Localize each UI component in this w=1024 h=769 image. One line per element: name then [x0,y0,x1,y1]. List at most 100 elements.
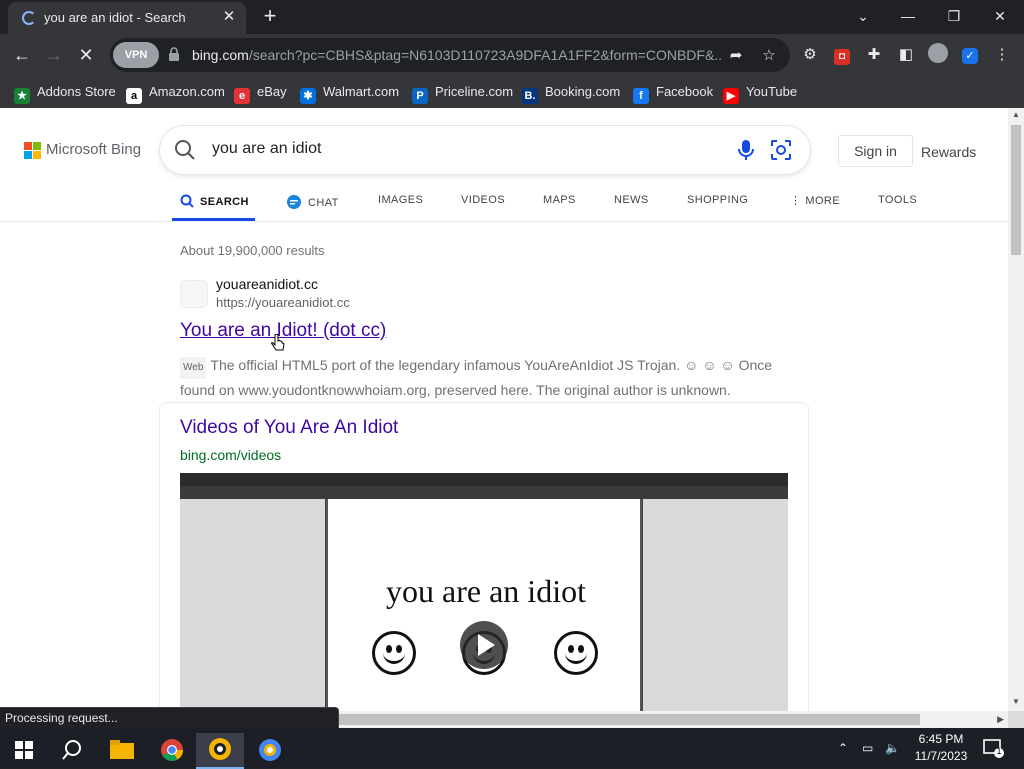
thumbnail-left-pane [180,499,325,711]
bookmark-label: Amazon.com [149,84,225,99]
thumbnail-text: you are an idiot [386,573,586,609]
close-window-button[interactable]: ✕ [980,4,1020,28]
videos-card-url[interactable]: bing.com/videos [180,447,281,463]
bookmark-label: YouTube [746,84,798,99]
result-count: About 19,900,000 results [180,243,325,258]
active-tab-indicator [172,218,255,221]
minimize-button[interactable]: — [888,4,928,28]
scroll-up-arrow-icon[interactable]: ▲ [1008,110,1024,122]
browser-menu-icon[interactable]: ⋮ [990,43,1014,67]
lock-icon[interactable] [168,47,182,63]
new-tab-button[interactable]: + [258,5,282,29]
videos-card: Videos of You Are An Idiot bing.com/vide… [160,403,808,711]
bookmark-booking[interactable]: B. Booking.com [522,82,620,104]
tab-maps[interactable]: MAPS [543,194,576,206]
tab-videos[interactable]: VIDEOS [461,194,505,206]
search-input[interactable]: you are an idiot [212,140,321,158]
bookmark-star-icon[interactable]: ☆ [759,46,779,66]
bookmark-addons-store[interactable]: ★ Addons Store [14,82,116,104]
search-icon[interactable] [174,139,196,161]
start-button[interactable] [0,733,48,769]
extension-red-icon[interactable]: ◘ [830,43,854,67]
side-panel-icon[interactable]: ◧ [894,43,918,67]
vertical-scrollbar[interactable]: ▲ ▼ [1008,108,1024,711]
result-site-url[interactable]: https://youareanidiot.cc [216,295,350,310]
volume-muted-icon[interactable]: 🔈 [885,728,900,768]
file-explorer-button[interactable] [98,733,146,769]
tab-search-chevron-icon[interactable]: ⌄ [843,4,883,28]
chrome-taskbar-button[interactable] [148,733,196,769]
tab-images[interactable]: IMAGES [378,194,423,206]
bookmark-priceline[interactable]: P Priceline.com [412,82,513,104]
play-button-icon[interactable] [460,621,508,669]
tab-chat[interactable]: CHAT [286,194,339,210]
smiley-icon [372,631,416,675]
windows-taskbar: ⌃ ▭ 🔈 6:45 PM 11/7/2023 1 [0,728,1024,769]
rewards-link[interactable]: Rewards [921,144,976,160]
extension-gear-icon[interactable]: ⚙ [798,43,822,67]
tab-more[interactable]: ⋮ MORE [790,194,840,207]
tab-tools[interactable]: TOOLS [878,194,917,206]
tab-shopping[interactable]: SHOPPING [687,194,748,206]
booking-icon: B. [522,88,538,104]
vpn-badge[interactable]: VPN [113,42,159,68]
vertical-scroll-thumb[interactable] [1011,125,1021,255]
tab-close-icon[interactable]: ✕ [220,8,238,26]
secure-browser-icon [209,738,231,760]
microphone-icon[interactable] [736,139,756,161]
restore-button[interactable]: ❐ [934,4,974,28]
web-label: Web [180,357,207,379]
bing-logo-text: Microsoft Bing [46,141,142,158]
forward-button[interactable]: → [42,43,66,67]
system-clock[interactable]: 6:45 PM 11/7/2023 [908,731,974,765]
bookmark-facebook[interactable]: f Facebook [633,82,714,104]
shield-check-icon[interactable]: ✓ [958,43,982,67]
visual-search-icon[interactable] [770,139,792,161]
bookmark-ebay[interactable]: e eBay [234,82,287,104]
tab-news[interactable]: NEWS [614,194,649,206]
sign-in-button[interactable]: Sign in [838,135,913,167]
clock-date: 11/7/2023 [914,749,968,763]
site-favicon[interactable] [180,280,208,308]
scrollbar-corner [1008,711,1024,728]
profile-avatar-icon[interactable] [926,43,950,67]
scroll-right-arrow-icon[interactable]: ▶ [997,711,1004,728]
taskbar-search-button[interactable] [48,733,96,769]
result-site-name[interactable]: youareanidiot.cc [216,276,318,292]
thumbnail-page: you are an idiot [326,499,642,711]
browser-chrome: you are an idiot - Search ✕ + ⌄ — ❐ ✕ ← … [0,0,1024,108]
browser-taskbar-button-active[interactable] [196,733,244,769]
search-icon [62,740,81,760]
share-icon[interactable]: ➦ [726,46,746,66]
amazon-icon: a [126,88,142,104]
bookmark-label: eBay [257,84,287,99]
tab-title: you are an idiot - Search [44,10,186,25]
bookmark-label: Facebook [656,84,714,99]
action-center-button[interactable]: 1 [981,736,1005,760]
tab-search[interactable]: SEARCH [180,194,249,208]
bookmark-amazon[interactable]: a Amazon.com [126,82,225,104]
horizontal-scroll-thumb[interactable] [330,714,920,725]
extensions-puzzle-icon[interactable]: ✚ [862,43,886,67]
bookmark-youtube[interactable]: ▶ YouTube [723,82,798,104]
url-text[interactable]: bing.com/search?pc=CBHS&ptag=N6103D11072… [192,47,722,63]
videos-card-title[interactable]: Videos of You Are An Idiot [180,417,398,439]
scroll-down-arrow-icon[interactable]: ▼ [1008,697,1024,709]
search-scope-icon [180,194,194,208]
video-thumbnail[interactable]: you are an idiot [180,473,788,711]
show-hidden-icons-chevron[interactable]: ⌃ [838,728,848,768]
browser-taskbar-button-2[interactable] [246,733,294,769]
ebay-icon: e [234,88,250,104]
address-bar[interactable]: VPN bing.com/search?pc=CBHS&ptag=N6103D1… [110,38,790,72]
addons-store-icon: ★ [14,88,30,104]
network-icon[interactable]: ▭ [862,728,873,768]
bookmark-walmart[interactable]: ✱ Walmart.com [300,82,399,104]
clock-time: 6:45 PM [918,732,964,746]
back-button[interactable]: ← [10,43,34,67]
search-box[interactable]: you are an idiot [160,126,810,174]
facebook-icon: f [633,88,649,104]
stop-loading-button[interactable]: ✕ [74,43,98,67]
tab-active[interactable]: you are an idiot - Search ✕ [8,2,246,34]
ms-logo-yellow [33,151,41,159]
more-dots-icon: ⋮ [790,195,802,207]
